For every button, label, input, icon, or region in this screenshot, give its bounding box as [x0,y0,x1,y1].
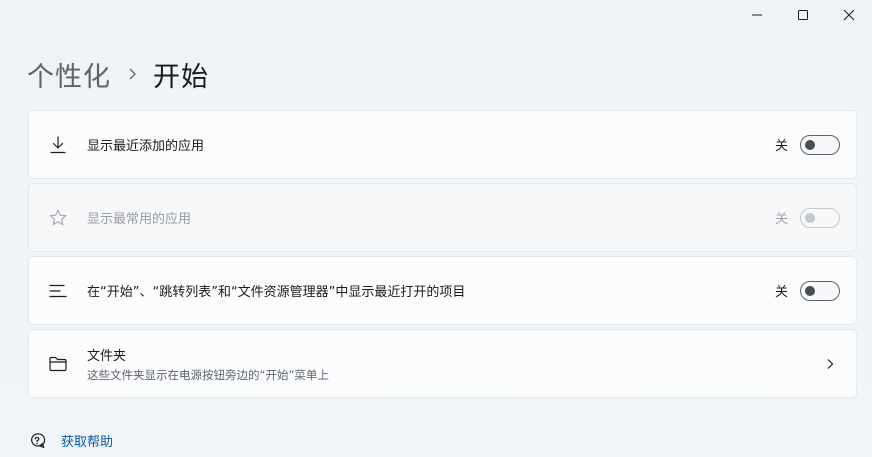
setting-recent-items[interactable]: 在“开始”、“跳转列表”和“文件资源管理器”中显示最近打开的项目 关 [28,256,857,325]
setting-title: 文件夹 [87,348,127,364]
toggle-state-label: 关 [774,285,788,300]
setting-title: 显示最常用的应用 [87,212,192,227]
folder-icon [29,354,87,374]
close-button[interactable] [826,0,872,30]
setting-recently-added[interactable]: 显示最近添加的应用 关 [28,110,857,179]
setting-subtitle: 这些文件夹显示在电源按钮旁边的“开始”菜单上 [87,367,329,382]
recently-added-toggle[interactable] [800,134,840,155]
most-used-toggle [800,207,840,228]
close-icon [843,9,855,21]
toggle-state-label: 关 [774,212,788,227]
chevron-right-icon [824,358,836,370]
breadcrumb-parent[interactable]: 个性化 [27,55,111,94]
setting-folders[interactable]: 文件夹 这些文件夹显示在电源按钮旁边的“开始”菜单上 [28,329,857,398]
minimize-button[interactable] [734,0,780,30]
help-section[interactable]: 获取帮助 [28,431,113,450]
help-chat-icon [31,432,46,448]
recent-items-toggle[interactable] [800,280,840,301]
maximize-icon [798,10,808,20]
caption-buttons [734,0,872,30]
setting-most-used: 显示最常用的应用 关 [28,183,857,252]
chevron-right-icon [125,67,139,81]
star-icon [29,208,87,228]
get-help-link[interactable]: 获取帮助 [61,431,113,450]
maximize-button[interactable] [780,0,826,30]
settings-window: 个性化 开始 显示最近添加的应用 关 显示最常用的应用 关 在“开始”、“跳转列… [0,0,872,457]
page-title: 开始 [153,61,209,93]
setting-title: 在“开始”、“跳转列表”和“文件资源管理器”中显示最近打开的项目 [87,285,466,300]
breadcrumb: 个性化 开始 [27,54,209,94]
minimize-icon [752,14,762,16]
setting-title: 显示最近添加的应用 [87,139,205,154]
toggle-state-label: 关 [774,139,788,154]
settings-list: 显示最近添加的应用 关 显示最常用的应用 关 在“开始”、“跳转列表”和“文件资… [28,110,857,402]
list-icon [29,281,87,301]
download-icon [29,135,87,155]
